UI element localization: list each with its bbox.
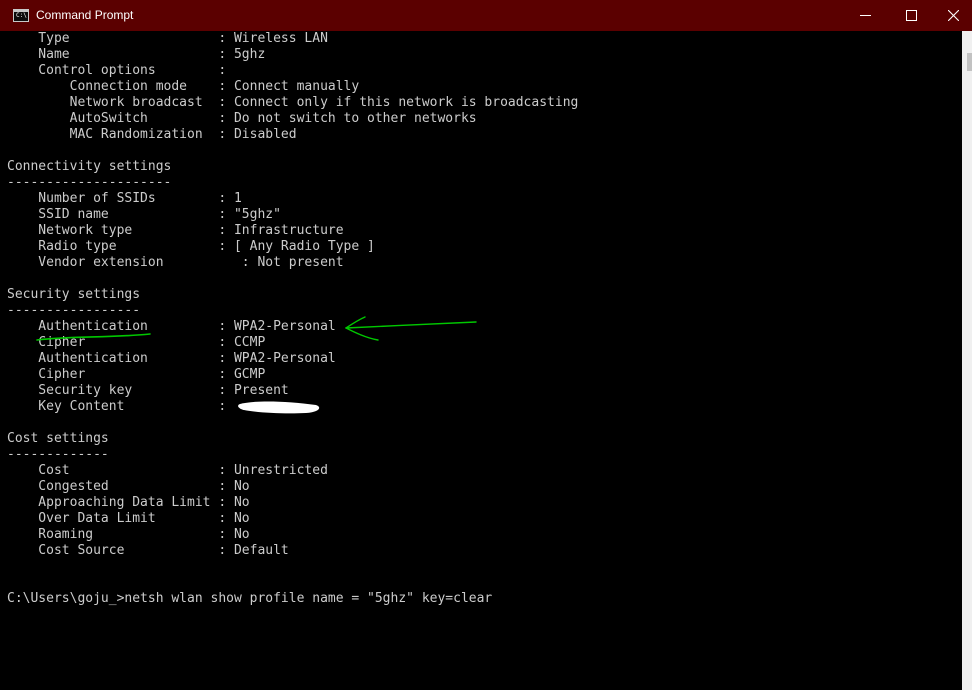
window-title: Command Prompt (36, 8, 134, 22)
minimize-icon (860, 15, 871, 16)
close-icon (948, 10, 959, 21)
console-line: Connectivity settings (7, 159, 172, 174)
console-line: Key Content : (7, 399, 227, 414)
console-line: Connection mode : Connect manually (7, 79, 360, 94)
console-line: Cipher : GCMP (7, 367, 266, 382)
console-line: ------------- (7, 447, 109, 462)
console-line: Cipher : CCMP (7, 335, 266, 350)
console-line: AutoSwitch : Do not switch to other netw… (7, 111, 477, 126)
console-line: --------------------- (7, 175, 172, 190)
title-bar[interactable]: C:\ Command Prompt (0, 0, 972, 31)
console-line: Radio type : [ Any Radio Type ] (7, 239, 375, 254)
maximize-icon (906, 10, 917, 21)
console-line: SSID name : "5ghz" (7, 207, 281, 222)
console-line: Congested : No (7, 479, 250, 494)
console-line: Number of SSIDs : 1 (7, 191, 242, 206)
console-line: Over Data Limit : No (7, 511, 250, 526)
console-line: Vendor extension : Not present (7, 255, 344, 270)
scrollbar-thumb[interactable] (967, 53, 972, 71)
console-line: Security key : Present (7, 383, 289, 398)
console-line: C:\Users\goju_>netsh wlan show profile n… (7, 591, 493, 606)
console-line: MAC Randomization : Disabled (7, 127, 297, 142)
console-line: Cost : Unrestricted (7, 463, 328, 478)
console-line: Roaming : No (7, 527, 250, 542)
maximize-button[interactable] (888, 0, 934, 31)
cmd-icon[interactable]: C:\ (13, 9, 29, 22)
cmd-icon-glyph: C:\ (16, 12, 27, 19)
console-line: Authentication : WPA2-Personal (7, 351, 336, 366)
command-prompt-window: C:\ Command Prompt Type : Wireless LAN N… (0, 0, 972, 690)
console-line: Approaching Data Limit : No (7, 495, 250, 510)
console-line: Type : Wireless LAN (7, 31, 328, 46)
minimize-button[interactable] (842, 0, 888, 31)
console-line: Security settings (7, 287, 141, 302)
console-line: Cost Source : Default (7, 543, 289, 558)
console-line: Name : 5ghz (7, 47, 266, 62)
console-line: Control options : (7, 63, 227, 78)
console-line: Network type : Infrastructure (7, 223, 344, 238)
close-button[interactable] (930, 0, 972, 31)
console-output[interactable]: Type : Wireless LAN Name : 5ghz Control … (7, 31, 962, 690)
console-line: Authentication : WPA2-Personal (7, 319, 336, 334)
console-line: Network broadcast : Connect only if this… (7, 95, 579, 110)
vertical-scrollbar[interactable] (962, 31, 972, 690)
console-line: Cost settings (7, 431, 109, 446)
console-line: ----------------- (7, 303, 141, 318)
